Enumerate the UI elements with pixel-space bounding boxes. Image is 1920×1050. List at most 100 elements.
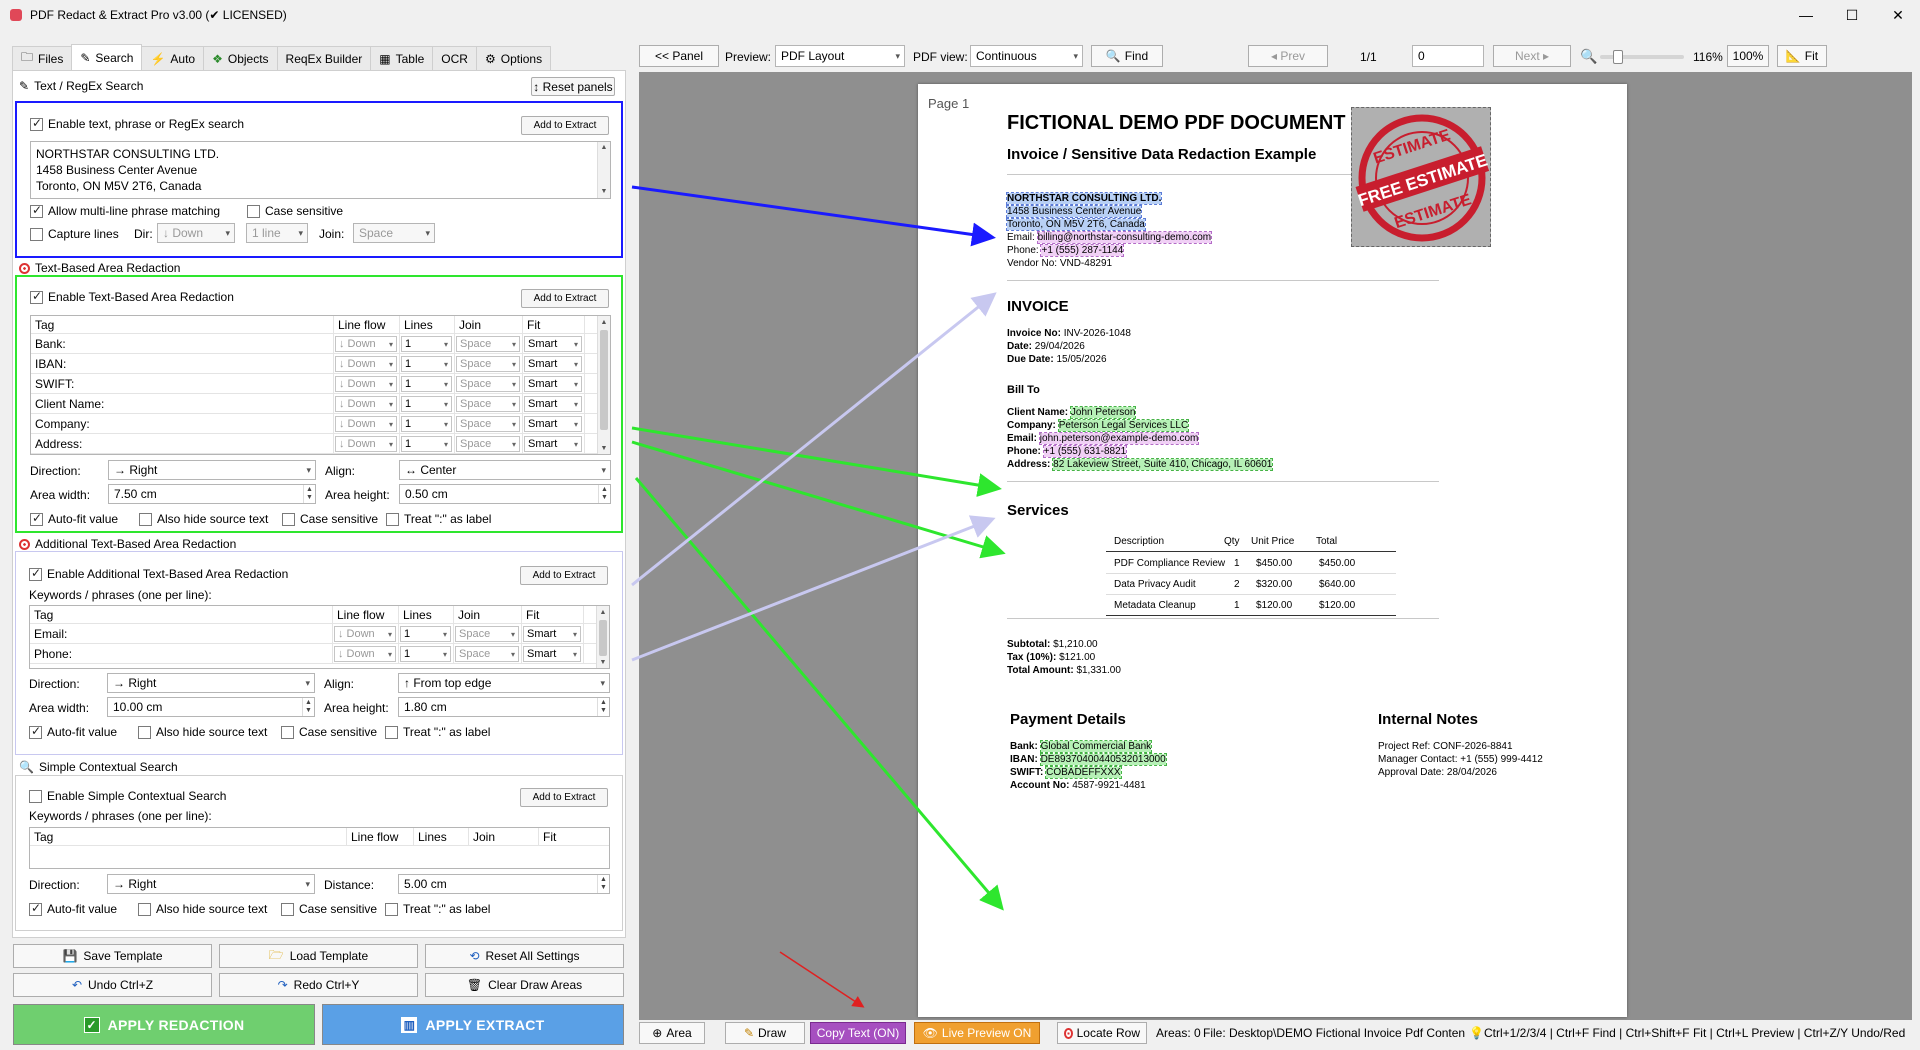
spin-arrows-icon[interactable]: ▲ ▼ [303, 485, 315, 503]
fit-select[interactable]: Smart [524, 376, 582, 392]
table-row[interactable]: Email:↓ Down1SpaceSmart [30, 624, 598, 644]
line-flow-select[interactable]: ↓ Down [334, 626, 396, 642]
join-select[interactable]: Space [456, 376, 520, 392]
additional-height-input[interactable]: 1.80 cm ▲ ▼ [398, 697, 610, 717]
additional-treat-checkbox[interactable] [385, 725, 398, 739]
reset-all-button[interactable]: ⟲ Reset All Settings [425, 944, 624, 968]
find-button[interactable]: 🔍 Find [1091, 45, 1163, 67]
zoom-slider-thumb[interactable] [1612, 50, 1623, 64]
spin-arrows-icon[interactable]: ▲ ▼ [597, 698, 609, 716]
join-select[interactable]: Space [455, 626, 519, 642]
text-case-sensitive-checkbox[interactable] [247, 204, 260, 218]
lines-select[interactable]: 1 [400, 646, 451, 662]
tab-table[interactable]: ▦ Table [370, 46, 434, 70]
line-flow-select[interactable]: ↓ Down [335, 416, 397, 432]
tag-cell[interactable]: Bank: [31, 334, 334, 354]
additional-add-to-extract-button[interactable]: Add to Extract [520, 566, 608, 585]
redo-button[interactable]: ↷ Redo Ctrl+Y [219, 973, 418, 997]
fit-select[interactable]: Smart [524, 336, 582, 352]
enable-contextual-checkbox[interactable] [29, 789, 42, 803]
zoom-slider[interactable] [1600, 50, 1684, 64]
additional-table-scrollbar[interactable]: ▲ ▼ [596, 606, 609, 668]
fit-select[interactable]: Smart [524, 356, 582, 372]
next-page-button[interactable]: Next ▸ [1493, 45, 1571, 67]
contextual-autofit-checkbox[interactable] [29, 901, 42, 916]
join-select[interactable]: Space [353, 223, 435, 243]
tab-files[interactable]: 🗀 Files [12, 46, 73, 70]
area-treat-checkbox[interactable] [386, 512, 399, 526]
textarea-scrollbar[interactable]: ▲ ▼ [597, 142, 610, 198]
multiline-checkbox[interactable] [30, 203, 43, 218]
tag-cell[interactable]: Email: [30, 624, 333, 644]
close-button[interactable]: ✕ [1875, 0, 1920, 30]
join-select[interactable]: Space [456, 436, 520, 452]
area-height-input[interactable]: 0.50 cm ▲ ▼ [399, 484, 611, 504]
line-flow-select[interactable]: ↓ Down [335, 376, 397, 392]
line-flow-select[interactable]: ↓ Down [335, 336, 397, 352]
tag-cell[interactable]: Address: [31, 434, 334, 454]
live-preview-toggle[interactable]: 👁 Live Preview ON [914, 1022, 1040, 1044]
fit-select[interactable]: Smart [524, 396, 582, 412]
dir-select[interactable]: ↓ Down [157, 223, 235, 243]
lines-select[interactable]: 1 [401, 356, 452, 372]
tag-cell[interactable]: Client Name: [31, 394, 334, 414]
area-mode-button[interactable]: ⊕ Area [639, 1022, 705, 1044]
spin-arrows-icon[interactable]: ▲ ▼ [302, 698, 314, 716]
zoom-100-button[interactable]: 100% [1727, 45, 1769, 67]
preview-select[interactable]: PDF Layout [775, 45, 905, 67]
distance-input[interactable]: 5.00 cm ▲ ▼ [398, 874, 610, 894]
maximize-button[interactable]: ☐ [1829, 0, 1875, 30]
area-width-input[interactable]: 7.50 cm ▲ ▼ [108, 484, 316, 504]
join-select[interactable]: Space [456, 416, 520, 432]
join-select[interactable]: Space [456, 396, 520, 412]
tab-ocr[interactable]: OCR [432, 46, 477, 70]
enable-additional-checkbox[interactable] [29, 566, 42, 581]
additional-direction-select[interactable]: → Right [107, 673, 315, 693]
tag-cell[interactable]: SWIFT: [31, 374, 334, 394]
lines-select[interactable]: 1 line [246, 223, 308, 243]
tag-cell[interactable]: Phone: [30, 644, 333, 664]
lines-select[interactable]: 1 [401, 416, 452, 432]
contextual-case-checkbox[interactable] [281, 902, 294, 916]
pdfview-select[interactable]: Continuous [970, 45, 1083, 67]
pdf-viewer[interactable]: Page 1 FICTIONAL DEMO PDF DOCUMENT Invoi… [639, 72, 1912, 1020]
additional-align-select[interactable]: ↑ From top edge [398, 673, 610, 693]
line-flow-select[interactable]: ↓ Down [334, 646, 396, 662]
draw-mode-button[interactable]: ✎ Draw [725, 1022, 805, 1044]
tab-auto[interactable]: ⚡ Auto [141, 46, 205, 70]
line-flow-select[interactable]: ↓ Down [335, 356, 397, 372]
fit-select[interactable]: Smart [523, 646, 581, 662]
join-select[interactable]: Space [456, 336, 520, 352]
table-row[interactable]: Client Name:↓ Down1SpaceSmart [31, 394, 599, 414]
table-row[interactable]: Phone:↓ Down1SpaceSmart [30, 644, 598, 664]
contextual-add-to-extract-button[interactable]: Add to Extract [520, 788, 608, 807]
table-row[interactable]: Company:↓ Down1SpaceSmart [31, 414, 599, 434]
apply-extract-button[interactable]: ▥ APPLY EXTRACT [322, 1004, 624, 1045]
capture-lines-checkbox[interactable] [30, 227, 43, 241]
tag-cell[interactable]: IBAN: [31, 354, 334, 374]
load-template-button[interactable]: 🗁 Load Template [219, 944, 418, 968]
fit-select[interactable]: Smart [523, 626, 581, 642]
join-select[interactable]: Space [455, 646, 519, 662]
add-to-extract-button[interactable]: Add to Extract [521, 116, 609, 135]
additional-autofit-checkbox[interactable] [29, 724, 42, 739]
lines-select[interactable]: 1 [401, 396, 452, 412]
page-number-input[interactable]: 0 [1412, 45, 1484, 67]
area-add-to-extract-button[interactable]: Add to Extract [521, 289, 609, 308]
area-autofit-checkbox[interactable] [30, 511, 43, 526]
apply-redaction-button[interactable]: ✓ APPLY REDACTION [13, 1004, 315, 1045]
lines-select[interactable]: 1 [400, 626, 451, 642]
additional-hide-source-checkbox[interactable] [138, 725, 151, 739]
fit-button[interactable]: 📐 Fit [1777, 45, 1827, 67]
clear-draw-areas-button[interactable]: 🗑 Clear Draw Areas [425, 973, 624, 997]
table-row[interactable]: IBAN:↓ Down1SpaceSmart [31, 354, 599, 374]
contextual-hide-source-checkbox[interactable] [138, 902, 151, 916]
save-template-button[interactable]: 💾 Save Template [13, 944, 212, 968]
contextual-direction-select[interactable]: → Right [107, 874, 315, 894]
tab-objects[interactable]: ❖ Objects [203, 46, 278, 70]
fit-select[interactable]: Smart [524, 416, 582, 432]
join-select[interactable]: Space [456, 356, 520, 372]
search-query-textarea[interactable]: NORTHSTAR CONSULTING LTD. 1458 Business … [30, 141, 611, 199]
fit-select[interactable]: Smart [524, 436, 582, 452]
lines-select[interactable]: 1 [401, 336, 452, 352]
